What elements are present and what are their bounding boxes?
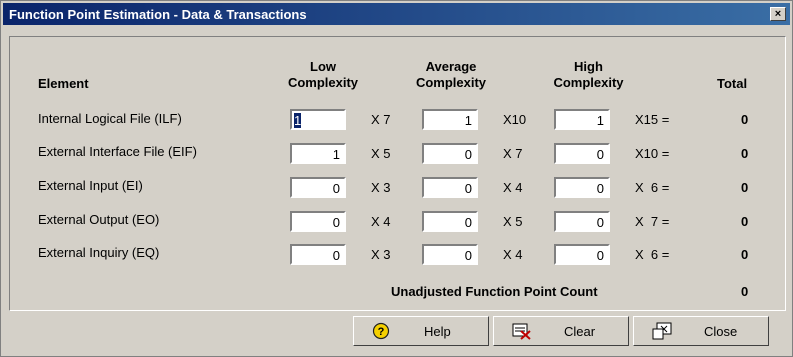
help-button[interactable]: ? Help [353, 316, 489, 346]
clear-label: Clear [564, 324, 596, 339]
average-input[interactable]: 1 [422, 109, 478, 130]
window-title: Function Point Estimation - Data & Trans… [9, 7, 307, 22]
average-input[interactable]: 0 [422, 244, 478, 265]
low-multiplier: X 7 [371, 112, 391, 127]
estimation-panel [9, 36, 786, 311]
low-input[interactable]: 0 [290, 177, 346, 198]
header-average: Average Complexity [415, 59, 487, 90]
row-total: 0 [741, 214, 749, 229]
high-multiplier: X 6 = [635, 247, 670, 262]
close-label: Close [704, 324, 738, 339]
header-high: High Complexity [553, 59, 624, 90]
high-input[interactable]: 0 [554, 143, 610, 164]
low-multiplier: X 3 [371, 247, 391, 262]
row-label: External Output (EO) [38, 212, 160, 227]
help-label: Help [424, 324, 451, 339]
row-label: External Interface File (EIF) [38, 144, 197, 159]
low-multiplier: X 5 [371, 146, 391, 161]
ufpc-label: Unadjusted Function Point Count [391, 284, 598, 299]
dialog-window: Function Point Estimation - Data & Trans… [0, 0, 793, 357]
low-input[interactable]: 0 [290, 244, 346, 265]
row-total: 0 [741, 180, 749, 195]
button-bar: ? Help Clear Close [9, 313, 784, 349]
average-multiplier: X 7 [503, 146, 523, 161]
high-multiplier: X 6 = [635, 180, 670, 195]
high-input[interactable]: 1 [554, 109, 610, 130]
high-input[interactable]: 0 [554, 244, 610, 265]
row-total: 0 [741, 112, 749, 127]
high-multiplier: X10 = [635, 146, 670, 161]
average-input[interactable]: 0 [422, 143, 478, 164]
close-icon[interactable]: × [770, 7, 786, 21]
low-input[interactable]: 0 [290, 211, 346, 232]
ufpc-value: 0 [741, 284, 749, 299]
average-multiplier: X 4 [503, 247, 523, 262]
clear-icon [512, 323, 531, 340]
low-multiplier: X 4 [371, 214, 391, 229]
header-total: Total [717, 76, 748, 91]
close-window-icon [652, 322, 672, 340]
row-label: Internal Logical File (ILF) [38, 111, 182, 126]
low-input[interactable]: 1 [290, 109, 346, 130]
average-multiplier: X10 [503, 112, 527, 127]
low-multiplier: X 3 [371, 180, 391, 195]
average-multiplier: X 5 [503, 214, 523, 229]
close-button[interactable]: Close [633, 316, 769, 346]
average-input[interactable]: 0 [422, 177, 478, 198]
svg-text:?: ? [378, 326, 385, 338]
clear-button[interactable]: Clear [493, 316, 629, 346]
header-element: Element [38, 76, 89, 91]
header-low: Low Complexity [287, 59, 359, 90]
row-total: 0 [741, 247, 749, 262]
help-icon: ? [372, 322, 390, 340]
row-label: External Inquiry (EQ) [38, 245, 160, 260]
average-input[interactable]: 0 [422, 211, 478, 232]
title-bar: Function Point Estimation - Data & Trans… [3, 3, 790, 25]
row-total: 0 [741, 146, 749, 161]
high-multiplier: X15 = [635, 112, 670, 127]
high-input[interactable]: 0 [554, 177, 610, 198]
low-input[interactable]: 1 [290, 143, 346, 164]
high-multiplier: X 7 = [635, 214, 670, 229]
average-multiplier: X 4 [503, 180, 523, 195]
high-input[interactable]: 0 [554, 211, 610, 232]
row-label: External Input (EI) [38, 178, 143, 193]
